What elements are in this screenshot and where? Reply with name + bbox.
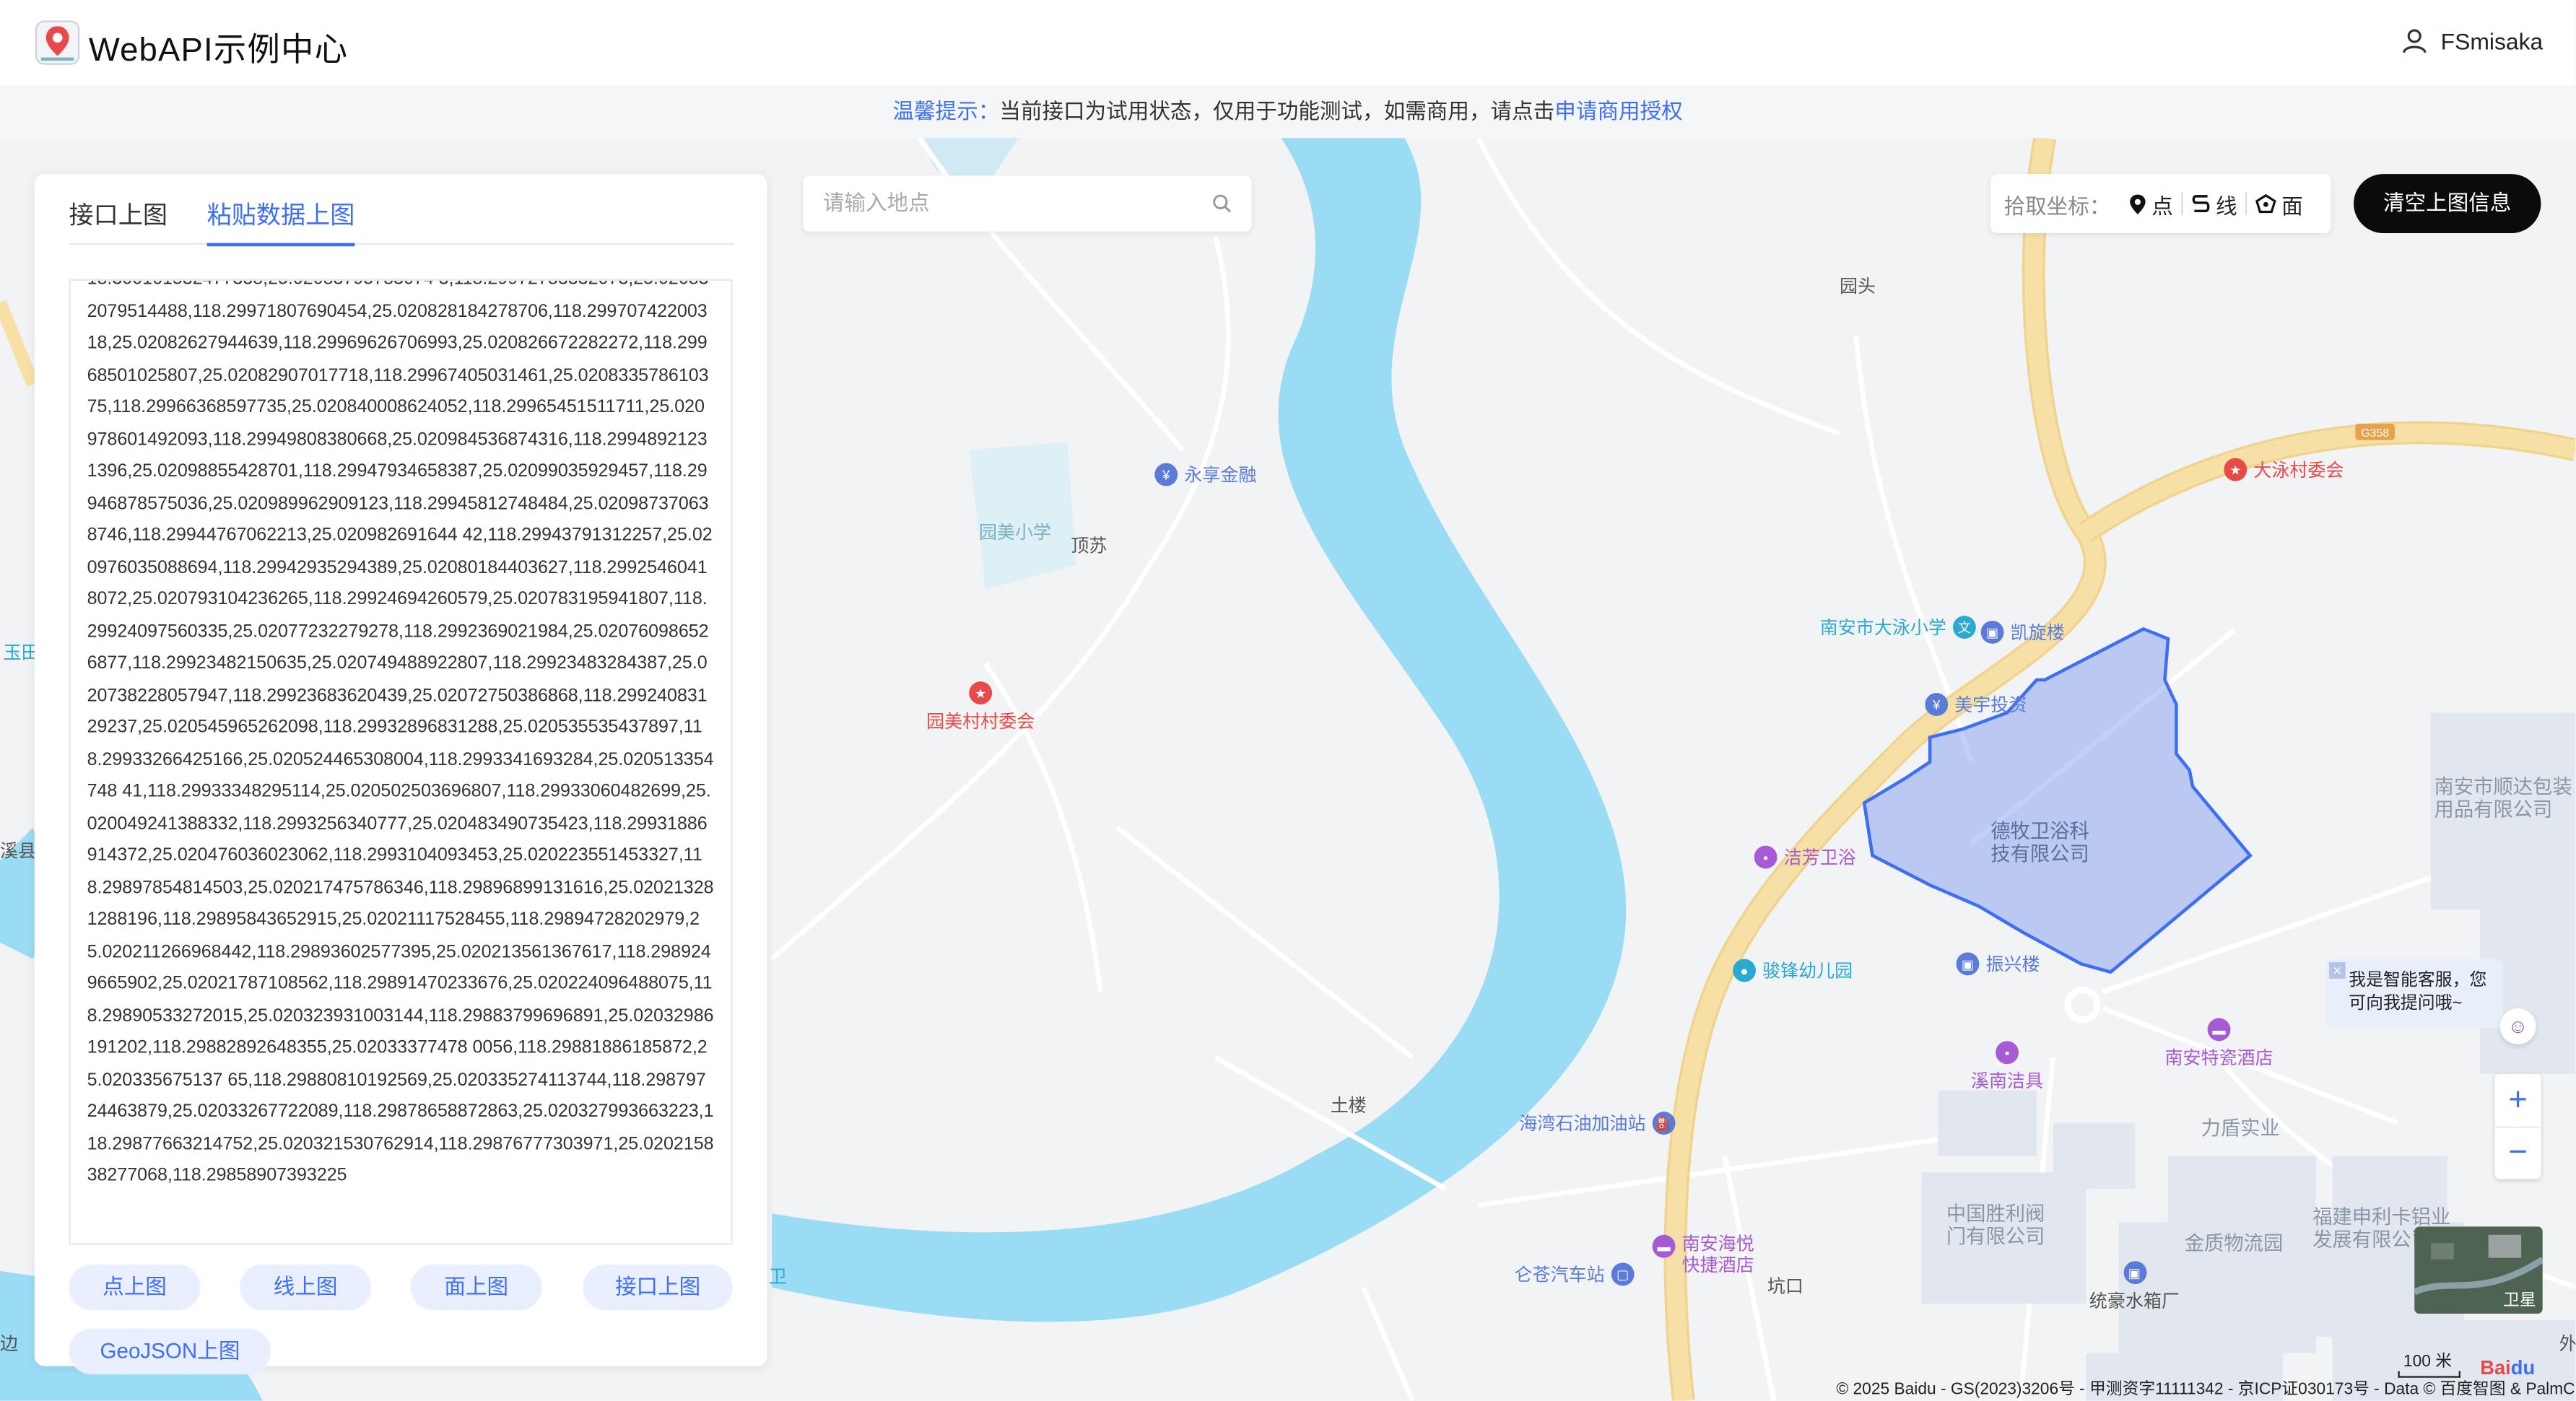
coordinates-textarea[interactable]: 18.300161532477338,25.02083795783074 3,1…: [69, 279, 733, 1245]
pick-point-button[interactable]: 点: [2120, 188, 2181, 219]
geojson-upload-button[interactable]: GeoJSON上图: [69, 1328, 271, 1375]
map-label: 坑口: [1767, 1277, 1803, 1298]
poi-marker[interactable]: 海湾石油加油站 ⛽: [1519, 1110, 1676, 1136]
factory-icon: ▣: [2123, 1261, 2146, 1285]
poi-marker[interactable]: ¥ 永享金融: [1154, 461, 1256, 487]
apply-license-link[interactable]: 申请商用授权: [1554, 99, 1682, 123]
school-icon: 文: [1952, 616, 1976, 639]
finance-icon: ¥: [1925, 693, 1949, 716]
government-icon: ★: [969, 681, 993, 704]
poi-marker[interactable]: ★ 园美村村委会: [926, 681, 1035, 734]
panel-tabs: 接口上图 粘贴数据上图: [69, 197, 734, 247]
map-label: 园头: [1840, 277, 1876, 297]
bus-icon: ▢: [1611, 1262, 1635, 1286]
coordinate-picker: 拾取坐标： 点 线 面: [1990, 174, 2331, 234]
app-title: WebAPI示例中心: [88, 32, 349, 69]
clear-map-button[interactable]: 清空上图信息: [2354, 174, 2541, 234]
poi-marker[interactable]: ▬ 南安特瓷酒店: [2164, 1018, 2273, 1071]
area-upload-button[interactable]: 面上图: [410, 1264, 542, 1311]
shop-icon: ▪: [1754, 845, 1777, 869]
location-pin-icon: [2130, 193, 2146, 214]
map-label: 德牧卫浴科技有限公司: [1990, 819, 2089, 865]
building-icon: ▣: [1956, 952, 1980, 976]
satellite-label: 卫星: [2503, 1292, 2536, 1311]
government-icon: ★: [2224, 458, 2248, 481]
poi-marker[interactable]: ▪ 溪南洁具: [1971, 1041, 2043, 1094]
poi-marker[interactable]: 南安市大泳小学文: [1820, 614, 1976, 640]
shop-icon: ▪: [1996, 1041, 2019, 1065]
ai-assistant-bubble[interactable]: × 我是智能客服，您 可向我提问哦~: [2325, 959, 2504, 1029]
map-copyright: © 2025 Baidu - GS(2023)3206号 - 甲测资字11111…: [1836, 1381, 2576, 1400]
zoom-out-button[interactable]: −: [2495, 1127, 2541, 1179]
search-icon[interactable]: [1212, 193, 1232, 213]
poi-marker[interactable]: 仑苍汽车站 ▢: [1515, 1261, 1635, 1287]
map-label: 卫: [768, 1267, 787, 1288]
notice-lead: 温馨提示：: [892, 98, 1000, 123]
polygon-icon: [2255, 193, 2276, 214]
location-search: [803, 175, 1252, 232]
hotel-icon: ▬: [1652, 1234, 1676, 1258]
polyline-icon: [2192, 195, 2210, 213]
poi-marker[interactable]: ▬ 南安海悦快捷酒店: [1652, 1234, 1758, 1278]
map-label: 力盾实业: [2201, 1117, 2280, 1140]
poi-marker[interactable]: ▣ 凯旋楼: [1980, 619, 2065, 645]
search-input[interactable]: [819, 188, 1188, 217]
username: FSmisaka: [2440, 27, 2544, 55]
poi-marker[interactable]: ★ 大泳村委会: [2224, 456, 2344, 482]
map-label: 中国胜利阀门有限公司: [1946, 1202, 2045, 1249]
pick-line-button[interactable]: 线: [2183, 188, 2245, 219]
zoom-in-button[interactable]: +: [2494, 1074, 2541, 1128]
poi-marker[interactable]: ▣ 统豪水箱厂: [2089, 1261, 2180, 1314]
satellite-toggle[interactable]: 卫星: [2414, 1226, 2543, 1314]
baidu-map-logo-icon: [35, 19, 81, 66]
map-label: 土楼: [1330, 1096, 1367, 1117]
user-menu[interactable]: FSmisaka: [2401, 28, 2543, 54]
map-label: 金质物流园: [2184, 1231, 2284, 1255]
map-label: 南安市顺达包装用品有限公司: [2434, 774, 2572, 821]
pick-area-button[interactable]: 面: [2247, 188, 2311, 219]
map-label: 园美小学: [978, 523, 1051, 544]
tab-api-upload[interactable]: 接口上图: [69, 197, 168, 232]
assistant-icon[interactable]: ☺: [2499, 1008, 2536, 1044]
point-upload-button[interactable]: 点上图: [69, 1264, 201, 1311]
map-label: 边: [0, 1335, 19, 1355]
gas-station-icon: ⛽: [1652, 1112, 1676, 1135]
map-label: 顶苏: [1071, 536, 1108, 557]
tab-paste-data[interactable]: 粘贴数据上图: [206, 197, 355, 247]
picker-label: 拾取坐标：: [2003, 193, 2111, 218]
notice-text: 当前接口为试用状态，仅用于功能测试，如需商用，请点击: [999, 98, 1555, 123]
school-icon: ●: [1733, 959, 1756, 982]
line-upload-button[interactable]: 线上图: [240, 1264, 372, 1311]
close-icon[interactable]: ×: [2328, 962, 2346, 979]
map-scale: 100 米: [2398, 1347, 2460, 1378]
coordinates-text: 18.300161532477338,25.02083795783074 3,1…: [87, 281, 714, 1186]
zoom-control: + −: [2494, 1073, 2541, 1179]
poi-marker[interactable]: ▣ 振兴楼: [1956, 951, 2040, 977]
poi-marker[interactable]: ¥ 美宇投资: [1925, 691, 2027, 717]
data-panel: 接口上图 粘贴数据上图 18.300161532477338,25.020837…: [34, 174, 767, 1375]
map-label: 外: [2559, 1335, 2576, 1355]
chat-text-line: 可向我提问哦~: [2349, 993, 2463, 1013]
map-label: 溪县: [0, 842, 37, 863]
api-upload-button[interactable]: 接口上图: [583, 1264, 733, 1311]
notice-bar: 温馨提示：当前接口为试用状态，仅用于功能测试，如需商用，请点击申请商用授权: [0, 85, 2576, 139]
poi-marker[interactable]: ▪ 洁芳卫浴: [1754, 844, 1856, 870]
hotel-icon: ▬: [2207, 1018, 2231, 1042]
finance-icon: ¥: [1154, 463, 1178, 486]
chat-text-line: 我是智能客服，您: [2349, 970, 2487, 990]
top-header: WebAPI示例中心 FSmisaka: [0, 0, 2576, 86]
building-icon: ▣: [1980, 620, 2004, 644]
svg-text:G358: G358: [2361, 427, 2389, 440]
user-icon: [2402, 29, 2427, 53]
poi-marker[interactable]: ● 骏锋幼儿园: [1733, 957, 1853, 983]
